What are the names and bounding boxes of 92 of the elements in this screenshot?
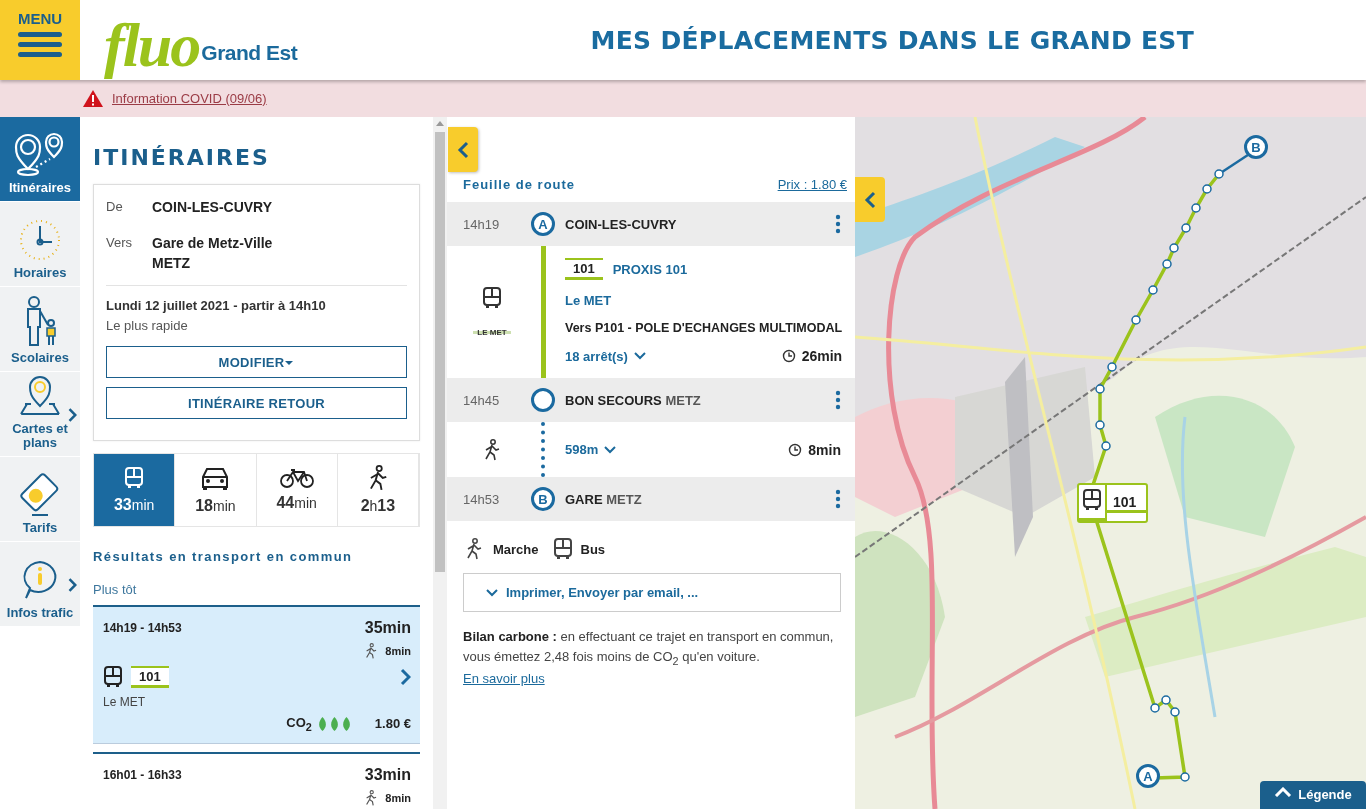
bus-icon bbox=[552, 537, 573, 561]
sidebar-item[interactable]: Tarifs bbox=[0, 457, 80, 542]
more-options-icon bbox=[835, 214, 841, 234]
legend-label: Marche bbox=[493, 541, 539, 557]
transport-mode-tab[interactable]: 33min bbox=[94, 454, 176, 526]
chevron-left-icon bbox=[864, 190, 876, 209]
stop-circle bbox=[531, 388, 555, 412]
leaf-icon bbox=[329, 715, 339, 732]
leg-duration: 8min bbox=[808, 441, 841, 458]
more-options-icon bbox=[835, 390, 841, 410]
leg-duration: 26min bbox=[801, 348, 843, 364]
line-name: PROXIS 101 bbox=[612, 261, 688, 277]
warning-icon bbox=[82, 89, 104, 108]
bus-icon bbox=[103, 665, 123, 689]
line-badge: 101 bbox=[565, 258, 603, 280]
walk-duration: 8min bbox=[385, 791, 411, 804]
bus-icon bbox=[1082, 488, 1102, 512]
result-card[interactable]: 14h19 - 14h53 35min 8min 101 Le MET CO$_{2}$ 1.80 € bbox=[93, 605, 420, 744]
operator-name: Le MET bbox=[565, 293, 613, 308]
collapse-button[interactable] bbox=[855, 177, 885, 222]
result-card[interactable]: 16h01 - 16h33 33min 8min bbox=[93, 751, 420, 809]
stop-name: GARE METZ bbox=[565, 491, 642, 507]
sidebar-item[interactable]: Scolaires bbox=[0, 287, 80, 372]
stop-name: BON SECOURS METZ bbox=[565, 392, 701, 408]
panel-title: ITINÉRAIRES bbox=[93, 145, 271, 170]
share-options-button[interactable]: Imprimer, Envoyer par email, ... bbox=[463, 573, 841, 612]
trip-times: 16h01 - 16h33 bbox=[103, 767, 182, 782]
sidebar-item[interactable]: Cartes et plans bbox=[0, 372, 80, 457]
sidebar-item[interactable]: Itinéraires bbox=[0, 117, 80, 202]
sidebar-item[interactable]: Horaires bbox=[0, 202, 80, 287]
price-link[interactable]: Prix : 1.80 € bbox=[777, 177, 847, 192]
trip-duration: 33min bbox=[364, 765, 411, 784]
scroll-up-icon bbox=[436, 121, 444, 126]
stop-time: 14h53 bbox=[463, 491, 501, 507]
stop-marker: B bbox=[531, 487, 555, 511]
field-value: Gare de Metz-Ville bbox=[152, 234, 274, 253]
operator-name: Le MET bbox=[103, 695, 146, 709]
route-preference: Le plus rapide bbox=[106, 317, 189, 335]
menu-icon bbox=[18, 31, 62, 59]
field-value: COIN-LES-CUVRY bbox=[152, 198, 274, 217]
bus-icon bbox=[482, 285, 502, 310]
logo-subtitle: Grand Est bbox=[201, 41, 298, 65]
bicycle-icon bbox=[279, 468, 314, 488]
line-badge: 101 bbox=[131, 666, 169, 688]
field-value: METZ bbox=[152, 254, 192, 273]
bus-icon bbox=[124, 466, 145, 490]
page-title: MES DÉPLACEMENTS DANS LE GRAND EST bbox=[590, 25, 1194, 55]
section-title: Résultats en transport en commun bbox=[93, 549, 354, 564]
trip-times: 14h19 - 14h53 bbox=[103, 621, 182, 635]
menu-button[interactable]: MENU bbox=[0, 0, 80, 80]
earlier-link[interactable]: Plus tôt bbox=[93, 582, 420, 597]
chevron-left-icon bbox=[457, 140, 469, 159]
caret-icon bbox=[284, 358, 295, 367]
chevron-right-icon bbox=[399, 668, 411, 686]
sidebar-item[interactable]: Infos trafic bbox=[0, 542, 80, 627]
co2-label: CO$_{2}$ bbox=[286, 715, 312, 733]
leaf-icon bbox=[317, 715, 327, 732]
line-badge: 101 bbox=[1077, 483, 1149, 523]
chevron-down-icon bbox=[604, 445, 617, 454]
legend-label: Bus bbox=[580, 541, 606, 557]
direction: Vers P101 - POLE D'ECHANGES MULTIMODAL bbox=[565, 321, 843, 335]
section-title: Feuille de route bbox=[463, 177, 576, 192]
trip-price: 1.80 € bbox=[374, 716, 411, 732]
chevron-down-icon bbox=[633, 352, 646, 360]
more-options-icon bbox=[835, 489, 841, 509]
chevron-up-icon bbox=[1274, 787, 1293, 797]
chevron-right-icon bbox=[67, 406, 77, 424]
field-label: Vers bbox=[106, 234, 133, 252]
learn-more-link[interactable]: En savoir plus bbox=[463, 670, 545, 686]
stop-time: 14h45 bbox=[463, 392, 501, 408]
clock-icon bbox=[781, 349, 796, 363]
leaf-icon bbox=[341, 715, 351, 732]
walk-duration: 8min bbox=[385, 645, 411, 657]
stops-toggle[interactable]: 18 arrêt(s) bbox=[565, 348, 646, 364]
departure-date: Lundi 12 juillet 2021 - partir à 14h10 bbox=[106, 297, 327, 315]
stop-marker: A bbox=[531, 212, 555, 236]
modify-button[interactable]: MODIFIER bbox=[106, 346, 407, 378]
stop-name: COIN-LES-CUVRY bbox=[565, 216, 677, 232]
collapse-button[interactable] bbox=[448, 127, 478, 172]
chevron-right-icon bbox=[67, 576, 77, 594]
field-label: De bbox=[106, 198, 124, 216]
carbon-footprint-text: Bilan carbone : en effectuant ce trajet en transport en commun, vous émettez 2,48 fois moins de CO$_{2}$ qu'en voiture. bbox=[463, 628, 835, 669]
return-trip-button[interactable]: ITINÉRAIRE RETOUR bbox=[106, 387, 407, 419]
stop-time: 14h19 bbox=[463, 216, 501, 232]
clock-icon bbox=[788, 442, 803, 457]
legend-button[interactable]: Légende bbox=[1260, 781, 1366, 809]
trip-duration: 35min bbox=[364, 619, 411, 637]
covid-info-link[interactable]: Information COVID (09/06) bbox=[112, 91, 267, 106]
chevron-down-icon bbox=[486, 588, 498, 597]
scrollbar[interactable] bbox=[433, 117, 447, 809]
clock-icon bbox=[18, 218, 62, 262]
distance-toggle[interactable]: 598m bbox=[565, 442, 617, 457]
